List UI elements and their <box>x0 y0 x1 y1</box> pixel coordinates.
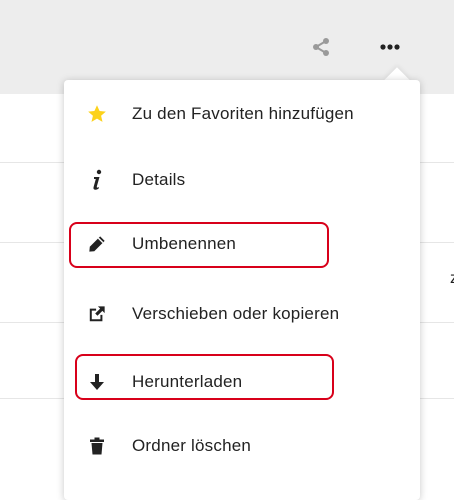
pencil-icon <box>84 231 110 257</box>
menu-item-label: Herunterladen <box>132 372 243 391</box>
menu-item-move-copy[interactable]: Verschieben oder kopieren <box>64 292 420 336</box>
menu-item-label: Verschieben oder kopieren <box>132 304 340 323</box>
menu-item-add-favorite[interactable]: Zu den Favoriten hinzufügen <box>64 92 420 136</box>
menu-item-label: Umbenennen <box>132 234 237 253</box>
menu-item-delete-folder[interactable]: Ordner löschen <box>64 424 420 468</box>
file-actions-menu: Zu den Favoriten hinzufügen Details Umbe… <box>64 80 420 500</box>
trash-icon <box>84 433 110 459</box>
menu-item-label: Ordner löschen <box>132 436 252 455</box>
share-button[interactable] <box>304 30 338 64</box>
menu-item-label: Details <box>132 170 186 189</box>
menu-item-details[interactable]: Details <box>64 158 420 202</box>
menu-item-label: Zu den Favoriten hinzufügen <box>132 104 354 123</box>
share-icon <box>313 38 329 56</box>
external-link-icon <box>84 301 110 327</box>
menu-item-rename[interactable]: Umbenennen <box>64 222 420 266</box>
star-icon <box>84 101 110 127</box>
info-icon <box>84 167 110 193</box>
more-options-icon <box>380 44 400 50</box>
download-arrow-icon <box>84 369 110 395</box>
background-partial-text: z <box>450 270 454 287</box>
more-options-button[interactable] <box>373 30 407 64</box>
menu-item-download[interactable]: Herunterladen <box>64 360 420 404</box>
